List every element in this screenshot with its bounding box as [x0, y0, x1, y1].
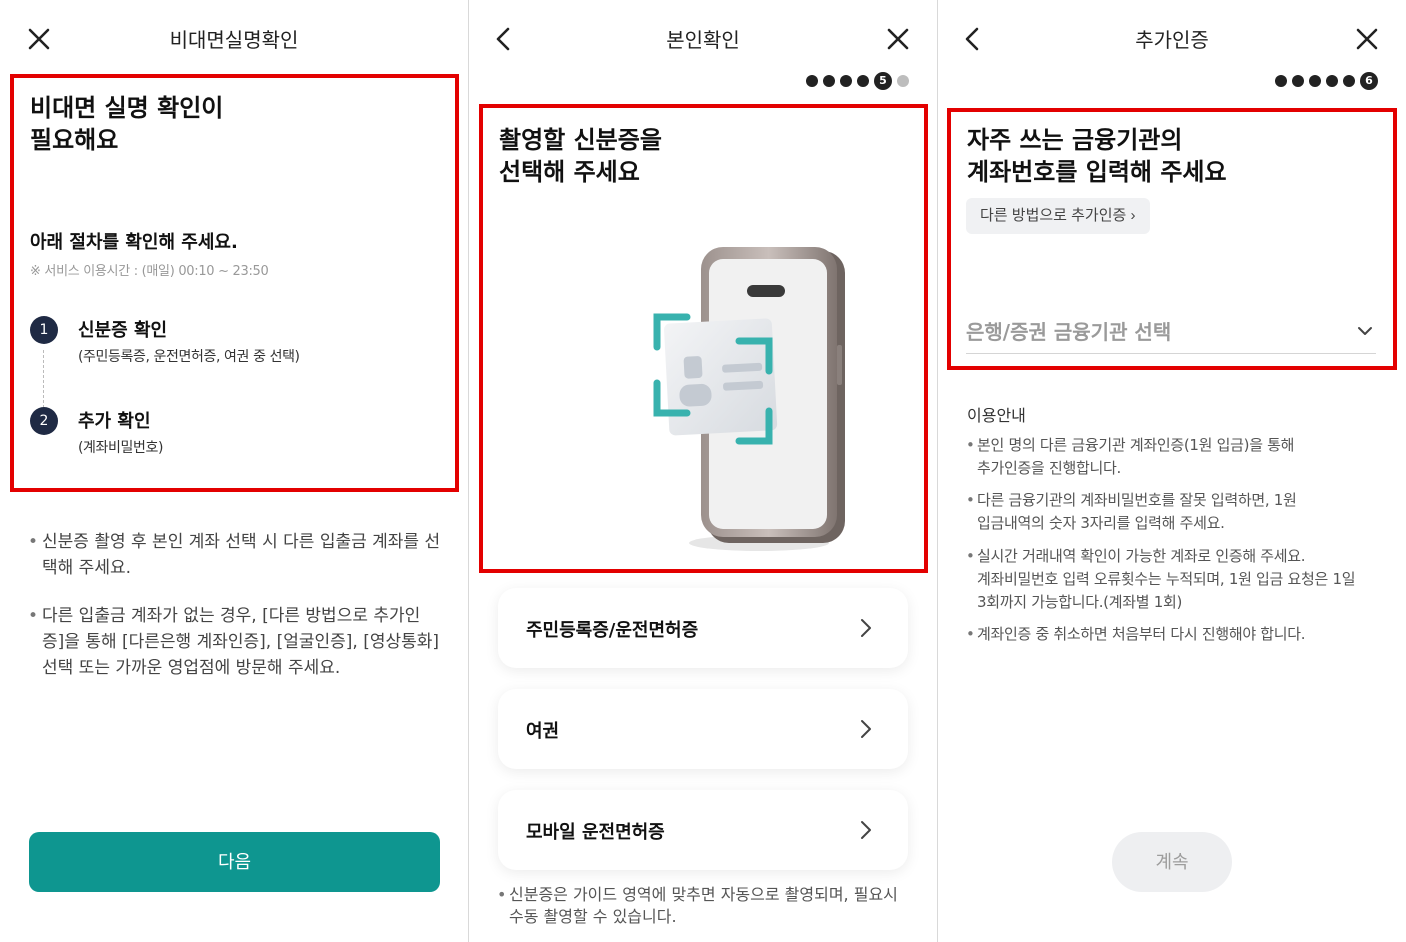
service-time: ※ 서비스 이용시간 : (매일) 00:10 ~ 23:50	[30, 264, 269, 279]
info-item: 본인 명의 다른 금융기관 계좌인증(1원 입금)을 통해 추가인증을 진행합니…	[966, 434, 1294, 480]
step-desc: (주민등록증, 운전면허증, 여권 중 선택)	[78, 349, 300, 365]
progress-dot	[1326, 75, 1338, 87]
progress-dot	[1292, 75, 1304, 87]
screen-id-selection: 본인확인 5 촬영할 신분증을 선택해 주세요 주민등록증/운전면허증 여권 모…	[469, 0, 937, 942]
chevron-down-icon	[1354, 320, 1376, 342]
step-label: 신분증 확인	[78, 320, 168, 341]
screen-real-name-verification: 비대면실명확인 비대면 실명 확인이 필요해요 아래 절차를 확인해 주세요. …	[0, 0, 468, 942]
progress-dot	[897, 75, 909, 87]
progress-dot	[840, 75, 852, 87]
progress-dot	[857, 75, 869, 87]
alt-method-button[interactable]: 다른 방법으로 추가인증 ›	[966, 198, 1150, 234]
headline: 비대면 실명 확인이 필요해요	[30, 94, 224, 154]
progress-dot	[1309, 75, 1321, 87]
header: 비대면실명확인	[0, 14, 468, 64]
headline: 촬영할 신분증을 선택해 주세요	[499, 126, 662, 186]
info-item: 실시간 거래내역 확인이 가능한 계좌로 인증해 주세요. 계좌비밀번호 입력 …	[966, 545, 1356, 614]
info-item: 다른 금융기관의 계좌비밀번호를 잘못 입력하면, 1원 입금내역의 숫자 3자…	[966, 489, 1297, 535]
page-title: 추가인증	[1135, 28, 1209, 52]
page-title: 비대면실명확인	[169, 28, 299, 52]
continue-button[interactable]: 계속	[1112, 832, 1232, 892]
progress-indicator: 5	[806, 72, 909, 90]
chevron-right-icon	[854, 717, 878, 741]
close-icon[interactable]	[1352, 24, 1382, 54]
institution-select[interactable]: 은행/증권 금융기관 선택	[966, 308, 1376, 354]
screen-additional-auth: 추가인증 6 자주 쓰는 금융기관의 계좌번호를 입력해 주세요 다른 방법으로…	[938, 0, 1406, 942]
capture-note: 신분증은 가이드 영역에 맞추면 자동으로 촬영되며, 필요시 수동 촬영할 수…	[497, 884, 909, 928]
next-button[interactable]: 다음	[29, 832, 440, 892]
step-desc: (계좌비밀번호)	[78, 440, 164, 456]
header: 본인확인	[469, 14, 937, 64]
progress-dot	[806, 75, 818, 87]
close-icon[interactable]	[883, 24, 913, 54]
option-label: 여권	[526, 721, 560, 742]
note-item: 신분증 촬영 후 본인 계좌 선택 시 다른 입출금 계좌를 선택해 주세요.	[28, 529, 442, 581]
page-title: 본인확인	[666, 28, 740, 52]
progress-dot	[1275, 75, 1287, 87]
select-placeholder: 은행/증권 금융기관 선택	[966, 320, 1172, 344]
option-passport[interactable]: 여권	[498, 689, 908, 769]
option-mobile-license[interactable]: 모바일 운전면허증	[498, 790, 908, 870]
option-label: 모바일 운전면허증	[526, 822, 665, 843]
option-label: 주민등록증/운전면허증	[526, 620, 699, 641]
progress-dot	[1343, 75, 1355, 87]
step-number: 2	[30, 407, 58, 435]
option-resident-card-license[interactable]: 주민등록증/운전면허증	[498, 588, 908, 668]
step-connector	[43, 350, 44, 408]
step-number: 1	[30, 316, 58, 344]
headline: 자주 쓰는 금융기관의 계좌번호를 입력해 주세요	[967, 126, 1227, 186]
progress-current-step: 6	[1360, 72, 1378, 90]
note-item: 다른 입출금 계좌가 없는 경우, [다른 방법으로 추가인증]을 통해 [다른…	[28, 603, 442, 681]
header: 추가인증	[938, 14, 1406, 64]
progress-dot	[823, 75, 835, 87]
progress-indicator: 6	[1275, 72, 1378, 90]
phone-id-card-illustration	[649, 245, 859, 555]
progress-current-step: 5	[874, 72, 892, 90]
step-label: 추가 확인	[78, 411, 151, 432]
info-item: 계좌인증 중 취소하면 처음부터 다시 진행해야 합니다.	[966, 623, 1306, 646]
info-title: 이용안내	[967, 406, 1026, 425]
chevron-right-icon	[854, 818, 878, 842]
chevron-right-icon	[854, 616, 878, 640]
subheading: 아래 절차를 확인해 주세요.	[30, 232, 238, 253]
